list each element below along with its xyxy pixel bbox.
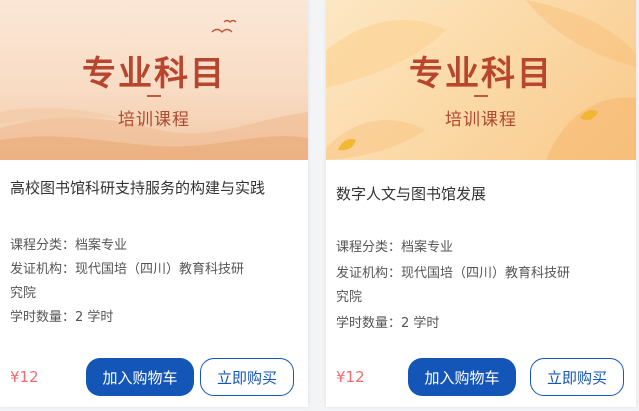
course-hours: 学时数量：2 学时 — [10, 310, 114, 325]
course-issuer: 发证机构：现代国培（四川）教育科技研 究院 — [336, 262, 626, 310]
course-info: 高校图书馆科研支持服务的构建与实践 课程分类：档案专业 发证机构：现代国培（四川… — [0, 176, 308, 330]
course-title[interactable]: 数字人文与图书馆发展 — [336, 182, 626, 234]
course-issuer-line: 究院 — [10, 286, 37, 301]
course-issuer-line: 究院 — [336, 290, 363, 305]
course-hours: 学时数量：2 学时 — [336, 316, 440, 331]
banner-divider — [147, 95, 161, 97]
banner-subtitle: 培训课程 — [118, 110, 190, 130]
banner-subtitle: 培训课程 — [445, 110, 517, 130]
card-footer: ¥12 加入购物车 立即购买 — [336, 358, 626, 396]
card-footer: ¥12 加入购物车 立即购买 — [10, 358, 298, 396]
banner-divider — [474, 95, 488, 97]
course-title[interactable]: 高校图书馆科研支持服务的构建与实践 — [10, 176, 298, 234]
course-info: 数字人文与图书馆发展 课程分类：档案专业 发证机构：现代国培（四川）教育科技研 … — [326, 182, 636, 336]
course-issuer-line: 发证机构：现代国培（四川）教育科技研 — [336, 266, 571, 281]
banner-title: 专业科目 — [82, 54, 226, 94]
course-issuer: 发证机构：现代国培（四川）教育科技研 究院 — [10, 258, 298, 306]
course-category: 课程分类：档案专业 — [336, 240, 454, 255]
add-to-cart-button[interactable]: 加入购物车 — [86, 358, 194, 396]
course-banner-image[interactable]: 专业科目 培训课程 — [326, 0, 636, 160]
buy-now-button[interactable]: 立即购买 — [530, 358, 624, 396]
course-grid: 专业科目 培训课程 高校图书馆科研支持服务的构建与实践 课程分类：档案专业 发证… — [0, 0, 639, 411]
birds-icon — [211, 19, 237, 33]
course-card[interactable]: 专业科目 培训课程 数字人文与图书馆发展 课程分类：档案专业 发证机构：现代国培… — [326, 0, 636, 407]
course-price: ¥12 — [336, 368, 365, 386]
add-to-cart-button[interactable]: 加入购物车 — [408, 358, 516, 396]
course-category: 课程分类：档案专业 — [10, 238, 128, 253]
course-banner-image[interactable]: 专业科目 培训课程 — [0, 0, 308, 160]
buy-now-button[interactable]: 立即购买 — [200, 358, 294, 396]
course-card[interactable]: 专业科目 培训课程 高校图书馆科研支持服务的构建与实践 课程分类：档案专业 发证… — [0, 0, 308, 407]
banner-title: 专业科目 — [409, 54, 553, 94]
course-price: ¥12 — [10, 368, 39, 386]
course-issuer-line: 发证机构：现代国培（四川）教育科技研 — [10, 262, 245, 277]
